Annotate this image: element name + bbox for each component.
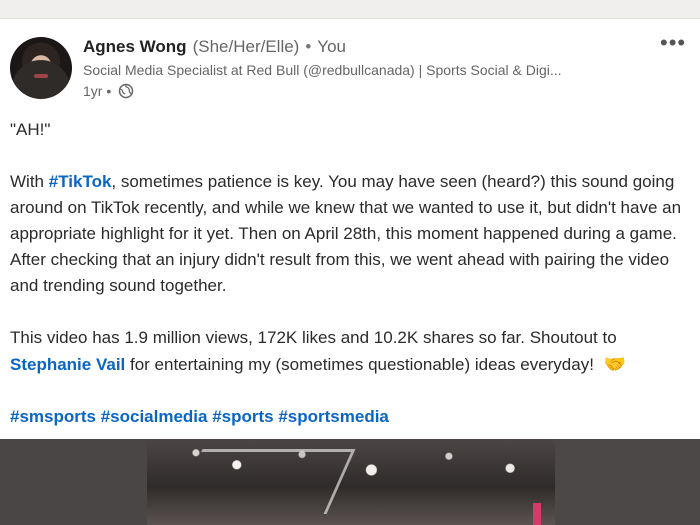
post-text-suffix: , sometimes patience is key. You may hav… <box>10 172 682 295</box>
video-pink-accent <box>533 503 541 525</box>
post-meta: 1yr • <box>83 83 134 99</box>
results-text-suffix: for entertaining my (sometimes questiona… <box>125 355 599 374</box>
post-paragraph-quote: "AH!" <box>10 120 51 139</box>
post-body: "AH!" With #TikTok, sometimes patience i… <box>10 117 692 430</box>
author-headline: Social Media Specialist at Red Bull (@re… <box>83 62 562 78</box>
author-avatar[interactable] <box>10 37 72 99</box>
video-railing <box>173 449 356 514</box>
relationship-separator: • <box>305 37 312 56</box>
top-bar <box>0 0 700 19</box>
post-text-prefix: With <box>10 172 49 191</box>
post-paragraph-results: This video has 1.9 million views, 172K l… <box>10 325 692 378</box>
results-text-prefix: This video has 1.9 million views, 172K l… <box>10 328 617 347</box>
hashtag-tiktok-link[interactable]: #TikTok <box>49 172 112 191</box>
author-pronouns: (She/Her/Elle) <box>192 37 300 56</box>
mention-stephanie-vail-link[interactable]: Stephanie Vail <box>10 355 125 374</box>
post-card: Agnes Wong (She/Her/Elle) • You Social Medi… <box>0 19 700 439</box>
more-horizontal-icon[interactable]: ••• <box>660 32 690 54</box>
author-name-line: Agnes Wong (She/Her/Elle) • You <box>83 37 346 57</box>
video-left-letterbox <box>0 439 147 525</box>
relationship-label: You <box>317 37 346 56</box>
author-name[interactable]: Agnes Wong <box>83 37 187 56</box>
post-paragraph-main: With #TikTok, sometimes patience is key.… <box>10 169 692 299</box>
linkedin-post-screen: Agnes Wong (She/Her/Elle) • You Social Medi… <box>0 0 700 525</box>
video-right-letterbox <box>555 439 700 525</box>
post-time: 1yr <box>83 83 103 99</box>
globe-icon <box>118 83 134 99</box>
hashtags-line[interactable]: #smsports #socialmedia #sports #sportsme… <box>10 404 692 430</box>
meta-separator: • <box>106 83 112 99</box>
post-video-preview[interactable] <box>0 439 700 525</box>
handshake-emoji-icon: 🤝 <box>603 354 627 374</box>
